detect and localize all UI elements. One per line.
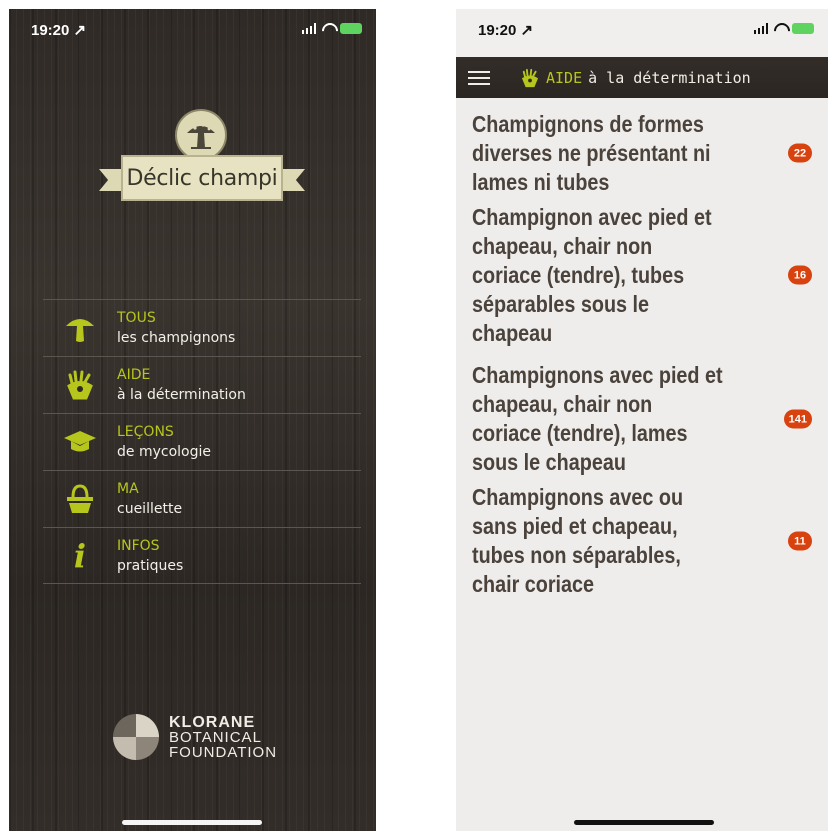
menu-item-ma-cueillette[interactable]: MA cueillette xyxy=(43,470,361,527)
menu-title: LEÇONS xyxy=(117,424,174,440)
status-icons xyxy=(301,23,362,34)
menu-item-lecons[interactable]: LEÇONS de mycologie xyxy=(43,413,361,470)
status-bar: 19:20 ↗ xyxy=(456,9,828,57)
info-icon: i xyxy=(73,536,87,575)
list-item-label: Champignons de formes diverses ne présen… xyxy=(472,110,711,195)
menu-subtitle: cueillette xyxy=(117,501,183,517)
list-item-label: Champignon avec pied et chapeau, chair n… xyxy=(472,203,712,346)
nav-bar: AIDE à la détermination xyxy=(456,57,828,98)
basket-icon xyxy=(43,483,117,515)
menu-icon[interactable] xyxy=(456,57,506,98)
wifi-icon xyxy=(321,23,335,34)
hand-icon xyxy=(43,369,117,401)
menu-title: TOUS xyxy=(117,310,156,326)
mushroom-logo-icon xyxy=(175,109,227,161)
menu-subtitle: les champignons xyxy=(117,330,236,346)
status-icons xyxy=(753,23,814,34)
nav-title-accent: AIDE xyxy=(546,68,583,87)
graduation-cap-icon xyxy=(43,427,117,457)
status-time: 19:20 ↗ xyxy=(478,22,534,39)
list-item-label: Champignons avec pied et chapeau, chair … xyxy=(472,362,723,475)
app-title: Déclic champi xyxy=(121,155,283,201)
count-badge: 16 xyxy=(788,265,812,285)
nav-title-rest: à la détermination xyxy=(588,68,751,87)
battery-icon xyxy=(340,23,362,34)
menu-subtitle: pratiques xyxy=(117,557,184,574)
count-badge: 141 xyxy=(783,409,812,429)
klorane-logo: KLORANE BOTANICAL FOUNDATION xyxy=(113,709,303,765)
home-screen: 19:20 ↗ Déclic champi TOUS les champigno… xyxy=(9,9,376,831)
status-time: 19:20 ↗ xyxy=(31,22,87,39)
category-list: Champignons de formes diverses ne présen… xyxy=(456,103,828,597)
signal-icon xyxy=(753,23,768,34)
menu-item-aide[interactable]: AIDE à la détermination xyxy=(43,356,361,413)
list-item-label: Champignons avec ou sans pied et chapeau… xyxy=(472,484,684,597)
list-item[interactable]: Champignons de formes diverses ne présen… xyxy=(456,103,828,203)
menu-title: INFOS xyxy=(117,537,160,554)
wifi-icon xyxy=(773,23,787,34)
menu-item-tous[interactable]: TOUS les champignons xyxy=(43,299,361,356)
list-item[interactable]: Champignon avec pied et chapeau, chair n… xyxy=(456,203,828,347)
brand-banner: Déclic champi xyxy=(99,155,305,203)
list-item[interactable]: Champignons avec pied et chapeau, chair … xyxy=(456,347,828,491)
foundation-line3: FOUNDATION xyxy=(169,743,278,761)
list-item[interactable]: Champignons avec ou sans pied et chapeau… xyxy=(456,484,828,597)
menu-item-infos[interactable]: i INFOS pratiques xyxy=(43,527,361,584)
foundation-line2: BOTANICAL xyxy=(169,728,262,746)
count-badge: 11 xyxy=(788,531,812,551)
main-menu: TOUS les champignons AIDE à la détermina… xyxy=(43,299,361,584)
status-bar: 19:20 ↗ xyxy=(9,9,376,55)
count-badge: 22 xyxy=(788,143,812,163)
home-indicator[interactable] xyxy=(574,820,714,825)
menu-subtitle: de mycologie xyxy=(117,444,211,460)
menu-title: AIDE xyxy=(117,367,151,383)
menu-subtitle: à la détermination xyxy=(117,387,246,403)
home-indicator[interactable] xyxy=(122,820,262,825)
battery-icon xyxy=(792,23,814,34)
menu-title: MA xyxy=(117,481,139,497)
mushroom-icon xyxy=(43,312,117,344)
foundation-line1: KLORANE xyxy=(169,713,256,731)
determination-screen: 19:20 ↗ AIDE à la détermination Champign… xyxy=(456,9,828,831)
signal-icon xyxy=(301,23,316,34)
hand-icon xyxy=(521,68,539,87)
nav-title: AIDE à la détermination xyxy=(520,68,751,88)
foundation-emblem-icon xyxy=(113,714,159,760)
